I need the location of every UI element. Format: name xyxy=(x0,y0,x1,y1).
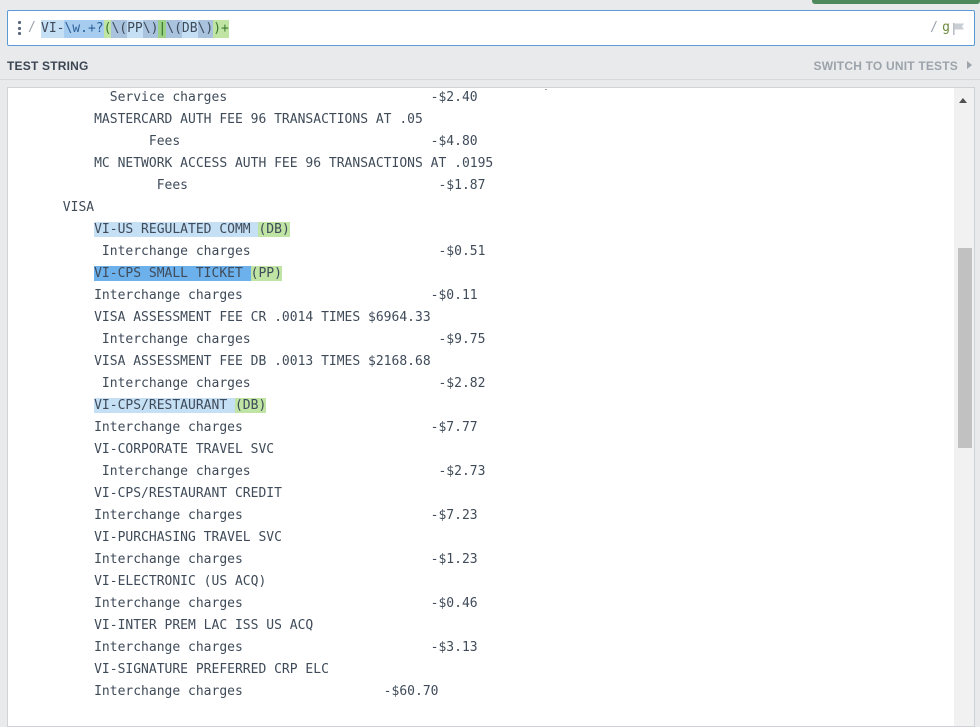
test-string-line: VI-INTER PREM LAC ISS US ACQ xyxy=(8,615,950,637)
regex-token: ( xyxy=(103,20,112,38)
line-text: VI-INTER PREM LAC ISS US ACQ xyxy=(8,618,314,633)
match-group-highlight: (DB) xyxy=(258,222,290,237)
top-accent-tab[interactable] xyxy=(812,0,980,4)
test-string-line: VISA ASSESSMENT FEE DB .0013 TIMES $2168… xyxy=(8,351,950,373)
test-string-line: Interchange charges -$0.46 xyxy=(8,593,950,615)
line-text: VISA ASSESSMENT FEE DB .0013 TIMES $2168… xyxy=(8,354,431,369)
test-string-line: VI-ELECTRONIC (US ACQ) xyxy=(8,571,950,593)
line-text: MASTERCARD AUTH FEE 96 TRANSACTIONS AT .… xyxy=(8,112,423,127)
test-string-line: VI-US REGULATED COMM (DB) xyxy=(8,219,950,241)
drag-handle-icon[interactable] xyxy=(18,21,22,35)
flag-icon[interactable] xyxy=(952,22,966,36)
line-text: VI-ELECTRONIC (US ACQ) xyxy=(8,574,267,589)
section-title-test-string: TEST STRING xyxy=(7,59,89,73)
line-text xyxy=(8,266,94,281)
line-text: Interchange charges -$2.73 xyxy=(8,464,486,479)
test-string-lines[interactable]: Service charges -$2.40 MASTERCARD AUTH F… xyxy=(8,88,950,703)
test-string-line: VISA ASSESSMENT FEE CR .0014 TIMES $6964… xyxy=(8,307,950,329)
test-string-line: Interchange charges -$2.82 xyxy=(8,373,950,395)
test-string-line: Interchange charges -$7.23 xyxy=(8,505,950,527)
line-text xyxy=(8,398,94,413)
line-text: VI-CPS/RESTAURANT CREDIT xyxy=(8,486,282,501)
vertical-scrollbar[interactable] xyxy=(954,88,974,726)
regex-pattern[interactable]: VI- \w.+?(\(PP \) | \(DB \))+ xyxy=(41,20,229,38)
regex-token: DB xyxy=(181,20,198,38)
test-string-line: Interchange charges -$2.73 xyxy=(8,461,950,483)
line-text: VI-PURCHASING TRAVEL SVC xyxy=(8,530,282,545)
regex-token: \w.+? xyxy=(64,20,104,38)
match-highlight: VI-CPS SMALL TICKET xyxy=(94,266,251,281)
test-string-line: Interchange charges -$0.51 xyxy=(8,241,950,263)
regex-input[interactable]: / VI- \w.+?(\(PP \) | \(DB \))+ / g xyxy=(7,10,975,46)
line-text: Service charges -$2.40 xyxy=(8,90,478,105)
line-text: VISA ASSESSMENT FEE CR .0014 TIMES $6964… xyxy=(8,310,431,325)
line-text: Interchange charges -$0.11 xyxy=(8,288,478,303)
regex-flags[interactable]: g xyxy=(942,20,950,35)
regex-delimiter-close: / xyxy=(930,20,938,35)
line-text: Interchange charges -$7.77 xyxy=(8,420,478,435)
line-text: Interchange charges -$2.82 xyxy=(8,376,486,391)
test-string-line: Service charges -$2.40 xyxy=(8,88,950,109)
line-text: VI-CORPORATE TRAVEL SVC xyxy=(8,442,275,457)
line-text: VISA xyxy=(8,200,95,215)
line-text: Interchange charges -$60.70 xyxy=(8,684,439,699)
section-divider xyxy=(0,79,980,80)
test-string-line: MASTERCARD AUTH FEE 96 TRANSACTIONS AT .… xyxy=(8,109,950,131)
test-string-line: VI-CORPORATE TRAVEL SVC xyxy=(8,439,950,461)
test-string-editor[interactable]: Service charges -$2.40 MASTERCARD AUTH F… xyxy=(7,87,975,727)
test-string-line: Fees -$1.87 xyxy=(8,175,950,197)
test-string-line: Interchange charges -$60.70 xyxy=(8,681,950,703)
scroll-up-arrow-icon[interactable] xyxy=(959,98,967,103)
match-group-highlight: (DB) xyxy=(234,398,267,413)
regex-token: | xyxy=(158,20,167,38)
test-string-line: MC NETWORK ACCESS AUTH FEE 96 TRANSACTIO… xyxy=(8,153,950,175)
regex-token: \) xyxy=(142,20,159,38)
line-text: MC NETWORK ACCESS AUTH FEE 96 TRANSACTIO… xyxy=(8,156,494,171)
test-string-line: Interchange charges -$3.13 xyxy=(8,637,950,659)
test-string-line: Interchange charges -$7.77 xyxy=(8,417,950,439)
switch-to-unit-tests-link[interactable]: SWITCH TO UNIT TESTS xyxy=(814,59,958,73)
line-text: Interchange charges -$1.23 xyxy=(8,552,478,567)
line-text: Fees -$1.87 xyxy=(8,178,486,193)
test-string-line: VI-CPS/RESTAURANT CREDIT xyxy=(8,483,950,505)
match-group-highlight: (PP) xyxy=(250,266,282,281)
line-text: Interchange charges -$7.23 xyxy=(8,508,478,523)
line-text: Interchange charges -$9.75 xyxy=(8,332,486,347)
line-text xyxy=(8,222,94,237)
test-string-line: VI-CPS SMALL TICKET (PP) xyxy=(8,263,950,285)
regex-token: \( xyxy=(166,20,182,38)
test-string-line: VI-CPS/RESTAURANT (DB) xyxy=(8,395,950,417)
line-text: Fees -$4.80 xyxy=(8,134,478,149)
regex-token: \) xyxy=(197,20,214,38)
line-text: VI-SIGNATURE PREFERRED CRP ELC xyxy=(8,662,329,677)
test-string-line: Interchange charges -$1.23 xyxy=(8,549,950,571)
test-string-line: Interchange charges -$9.75 xyxy=(8,329,950,351)
test-string-line: Interchange charges -$0.11 xyxy=(8,285,950,307)
test-string-line: VI-SIGNATURE PREFERRED CRP ELC xyxy=(8,659,950,681)
test-string-line: Fees -$4.80 xyxy=(8,131,950,153)
test-string-line: VI-PURCHASING TRAVEL SVC xyxy=(8,527,950,549)
match-highlight: VI-US REGULATED COMM xyxy=(94,222,259,237)
test-string-line: VISA xyxy=(8,197,950,219)
line-text: Interchange charges -$0.51 xyxy=(8,244,486,259)
regex-token: )+ xyxy=(213,20,229,38)
chevron-right-icon[interactable] xyxy=(967,61,972,69)
scrollbar-thumb[interactable] xyxy=(958,248,972,448)
regex-token: VI- xyxy=(41,20,65,38)
regex-token: \( xyxy=(111,20,128,38)
regex-delimiter-open: / xyxy=(28,20,36,35)
match-highlight: VI-CPS/RESTAURANT xyxy=(94,398,235,413)
line-text: Interchange charges -$0.46 xyxy=(8,596,478,611)
line-text: Interchange charges -$3.13 xyxy=(8,640,478,655)
regex-token: PP xyxy=(127,20,143,38)
